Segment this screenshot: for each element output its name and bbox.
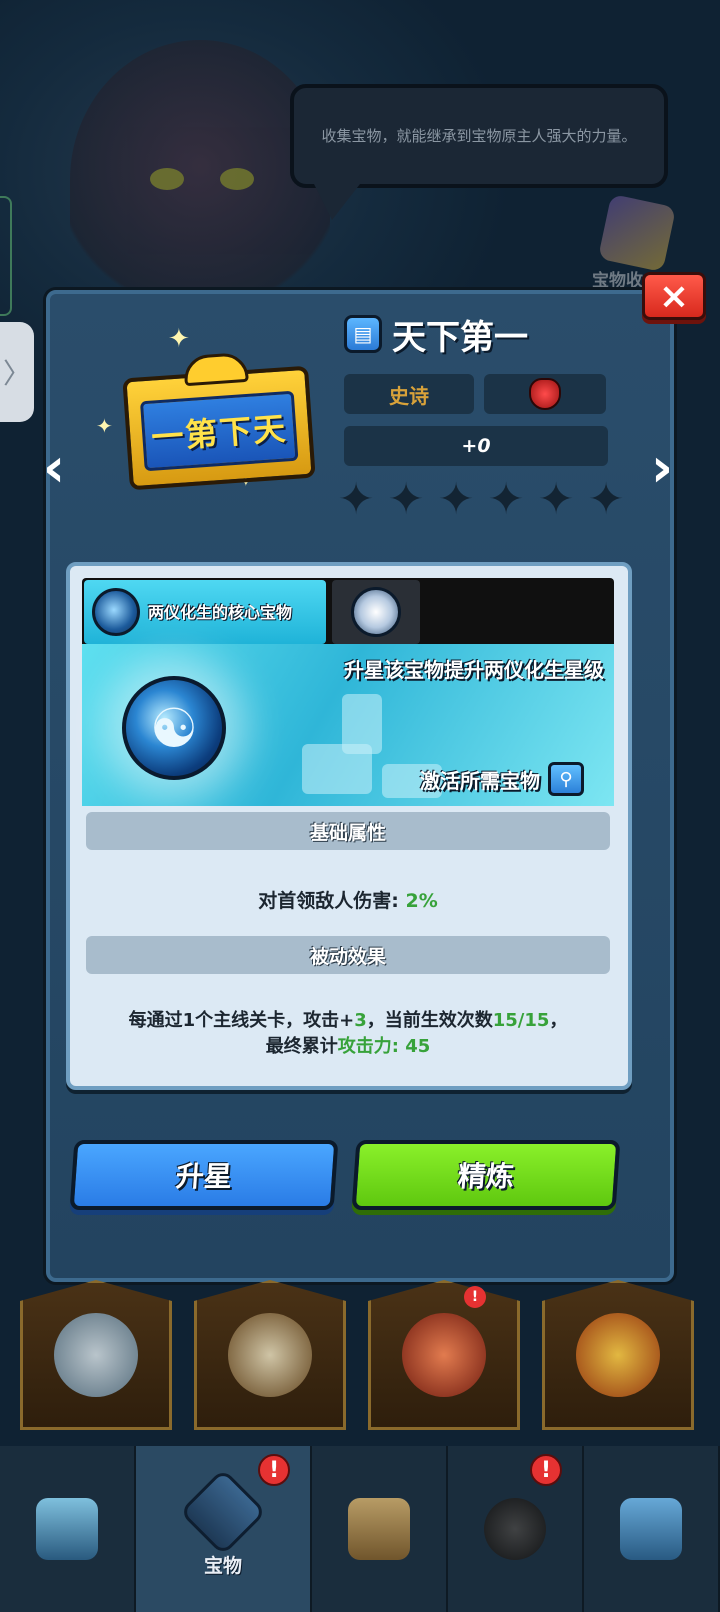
boss-damage-value: 2% (405, 890, 438, 912)
star-up-button[interactable]: 升星 (69, 1140, 339, 1210)
treasure-card[interactable] (542, 1280, 694, 1430)
tab-core-treasure-label: 两仪化生的核心宝物 (148, 602, 293, 622)
refine-button[interactable]: 精炼 (351, 1140, 621, 1210)
passive-text: 每通过1个主线关卡，攻击+ (128, 1010, 355, 1031)
rarity-label: 史诗 (389, 383, 429, 408)
sparkle-icon: ✦ (96, 414, 113, 438)
side-drawer-tab[interactable]: 〉 (0, 322, 34, 422)
star-empty-icon: ✦ (537, 474, 575, 525)
character-eye-left (150, 168, 184, 190)
tab-core-treasure[interactable]: 两仪化生的核心宝物 (84, 580, 326, 644)
passive-effect-header: 被动效果 (86, 936, 610, 974)
star-empty-icon: ✦ (587, 474, 625, 525)
sparkle-icon: ✦ (168, 324, 190, 354)
red-sword-icon (402, 1313, 486, 1397)
treasure-shield-icon (179, 1467, 267, 1556)
search-icon: ⚲ (559, 768, 573, 790)
passive-total-attack: 攻击力: 45 (337, 1036, 431, 1057)
bottom-navigation: 宝物 ! ! (0, 1446, 720, 1612)
refine-label: 精炼 (456, 1160, 516, 1193)
treasure-plaque-image: 一第下天 (122, 351, 316, 491)
rarity-badge: 史诗 (344, 374, 474, 414)
speech-bubble: 收集宝物，就能继承到宝物原主人强大的力量。 (290, 84, 668, 220)
star-up-label: 升星 (174, 1160, 234, 1193)
passive-text: ， (549, 1010, 568, 1031)
nav-item-castle[interactable] (0, 1446, 136, 1612)
activate-required-row: 激活所需宝物 ⚲ (420, 762, 584, 796)
prev-arrow-button[interactable]: ‹ (36, 438, 72, 498)
search-button[interactable]: ⚲ (548, 762, 584, 796)
treasure-collection-label: 宝物收 (592, 271, 643, 291)
monster-type-box (484, 374, 606, 414)
passive-text: 最终累计 (265, 1036, 338, 1057)
ice-rock (342, 694, 382, 754)
star-empty-icon: ✦ (487, 474, 525, 525)
passive-attack-bonus: 3 (354, 1010, 367, 1031)
close-button[interactable]: × (642, 272, 706, 320)
treasure-title-row: ▤ 天下第一 (344, 314, 528, 358)
banner-text: 升星该宝物提升两仪化生星级 (344, 658, 604, 682)
notification-badge: ! (464, 1286, 486, 1308)
demon-character-art (70, 40, 330, 320)
passive-count: 15/15 (492, 1010, 550, 1031)
dragon-hero-icon (351, 587, 401, 637)
nav-item-gift[interactable] (584, 1446, 720, 1612)
treasure-card[interactable] (20, 1280, 172, 1430)
passive-text: ，当前生效次数 (366, 1010, 493, 1031)
plaque-text: 一第下天 (139, 390, 299, 472)
passive-effect-text: 每通过1个主线关卡，攻击+3，当前生效次数15/15， 最终累计攻击力: 45 (86, 1008, 610, 1060)
chevron-right-icon: › (650, 436, 674, 499)
notification-badge: ! (530, 1454, 563, 1486)
chevron-left-icon: ‹ (42, 436, 66, 499)
side-panel-edge (0, 196, 12, 316)
star-empty-icon: ✦ (437, 474, 475, 525)
crystal-ball-icon (54, 1313, 138, 1397)
notification-badge: ! (258, 1454, 291, 1486)
treasure-title: 天下第一 (392, 317, 528, 358)
fang-necklace-icon (228, 1313, 312, 1397)
heroes-icon (484, 1498, 547, 1560)
close-icon: × (658, 275, 690, 317)
monster-face-icon (529, 378, 561, 410)
treasure-card-row (20, 1280, 700, 1430)
activate-required-label: 激活所需宝物 (420, 768, 540, 793)
basic-attributes-header: 基础属性 (86, 812, 610, 850)
nav-item-map[interactable] (312, 1446, 449, 1612)
character-eye-right (220, 168, 254, 190)
refine-level-box: +0 (344, 426, 608, 466)
star-empty-icon: ✦ (337, 474, 375, 525)
gourd-icon (576, 1313, 660, 1397)
nav-item-treasure[interactable]: 宝物 ! (135, 1446, 313, 1612)
treasure-card[interactable] (368, 1280, 520, 1430)
treasure-card[interactable] (194, 1280, 346, 1430)
star-empty-icon: ✦ (387, 474, 425, 525)
yin-yang-orb-image: ☯ (122, 676, 226, 780)
refine-level-value: +0 (461, 435, 491, 457)
star-rating: ✦ ✦ ✦ ✦ ✦ ✦ (336, 474, 626, 525)
next-arrow-button[interactable]: › (644, 438, 680, 498)
speech-text: 收集宝物，就能继承到宝物原主人强大的力量。 (321, 127, 637, 145)
nav-item-heroes[interactable]: ! (448, 1446, 585, 1612)
nav-label-treasure: 宝物 (204, 1554, 243, 1577)
gift-box-icon (620, 1498, 683, 1560)
boss-damage-stat: 对首领敌人伤害: 2% (86, 886, 610, 913)
tab-hero[interactable] (332, 580, 420, 644)
treasure-collection-icon[interactable] (597, 193, 677, 273)
ice-castle-icon (35, 1498, 98, 1560)
scroll-map-icon (348, 1498, 411, 1560)
yin-yang-orb-icon (92, 588, 140, 636)
boss-damage-label: 对首领敌人伤害: (258, 890, 399, 912)
book-icon[interactable]: ▤ (344, 315, 382, 353)
